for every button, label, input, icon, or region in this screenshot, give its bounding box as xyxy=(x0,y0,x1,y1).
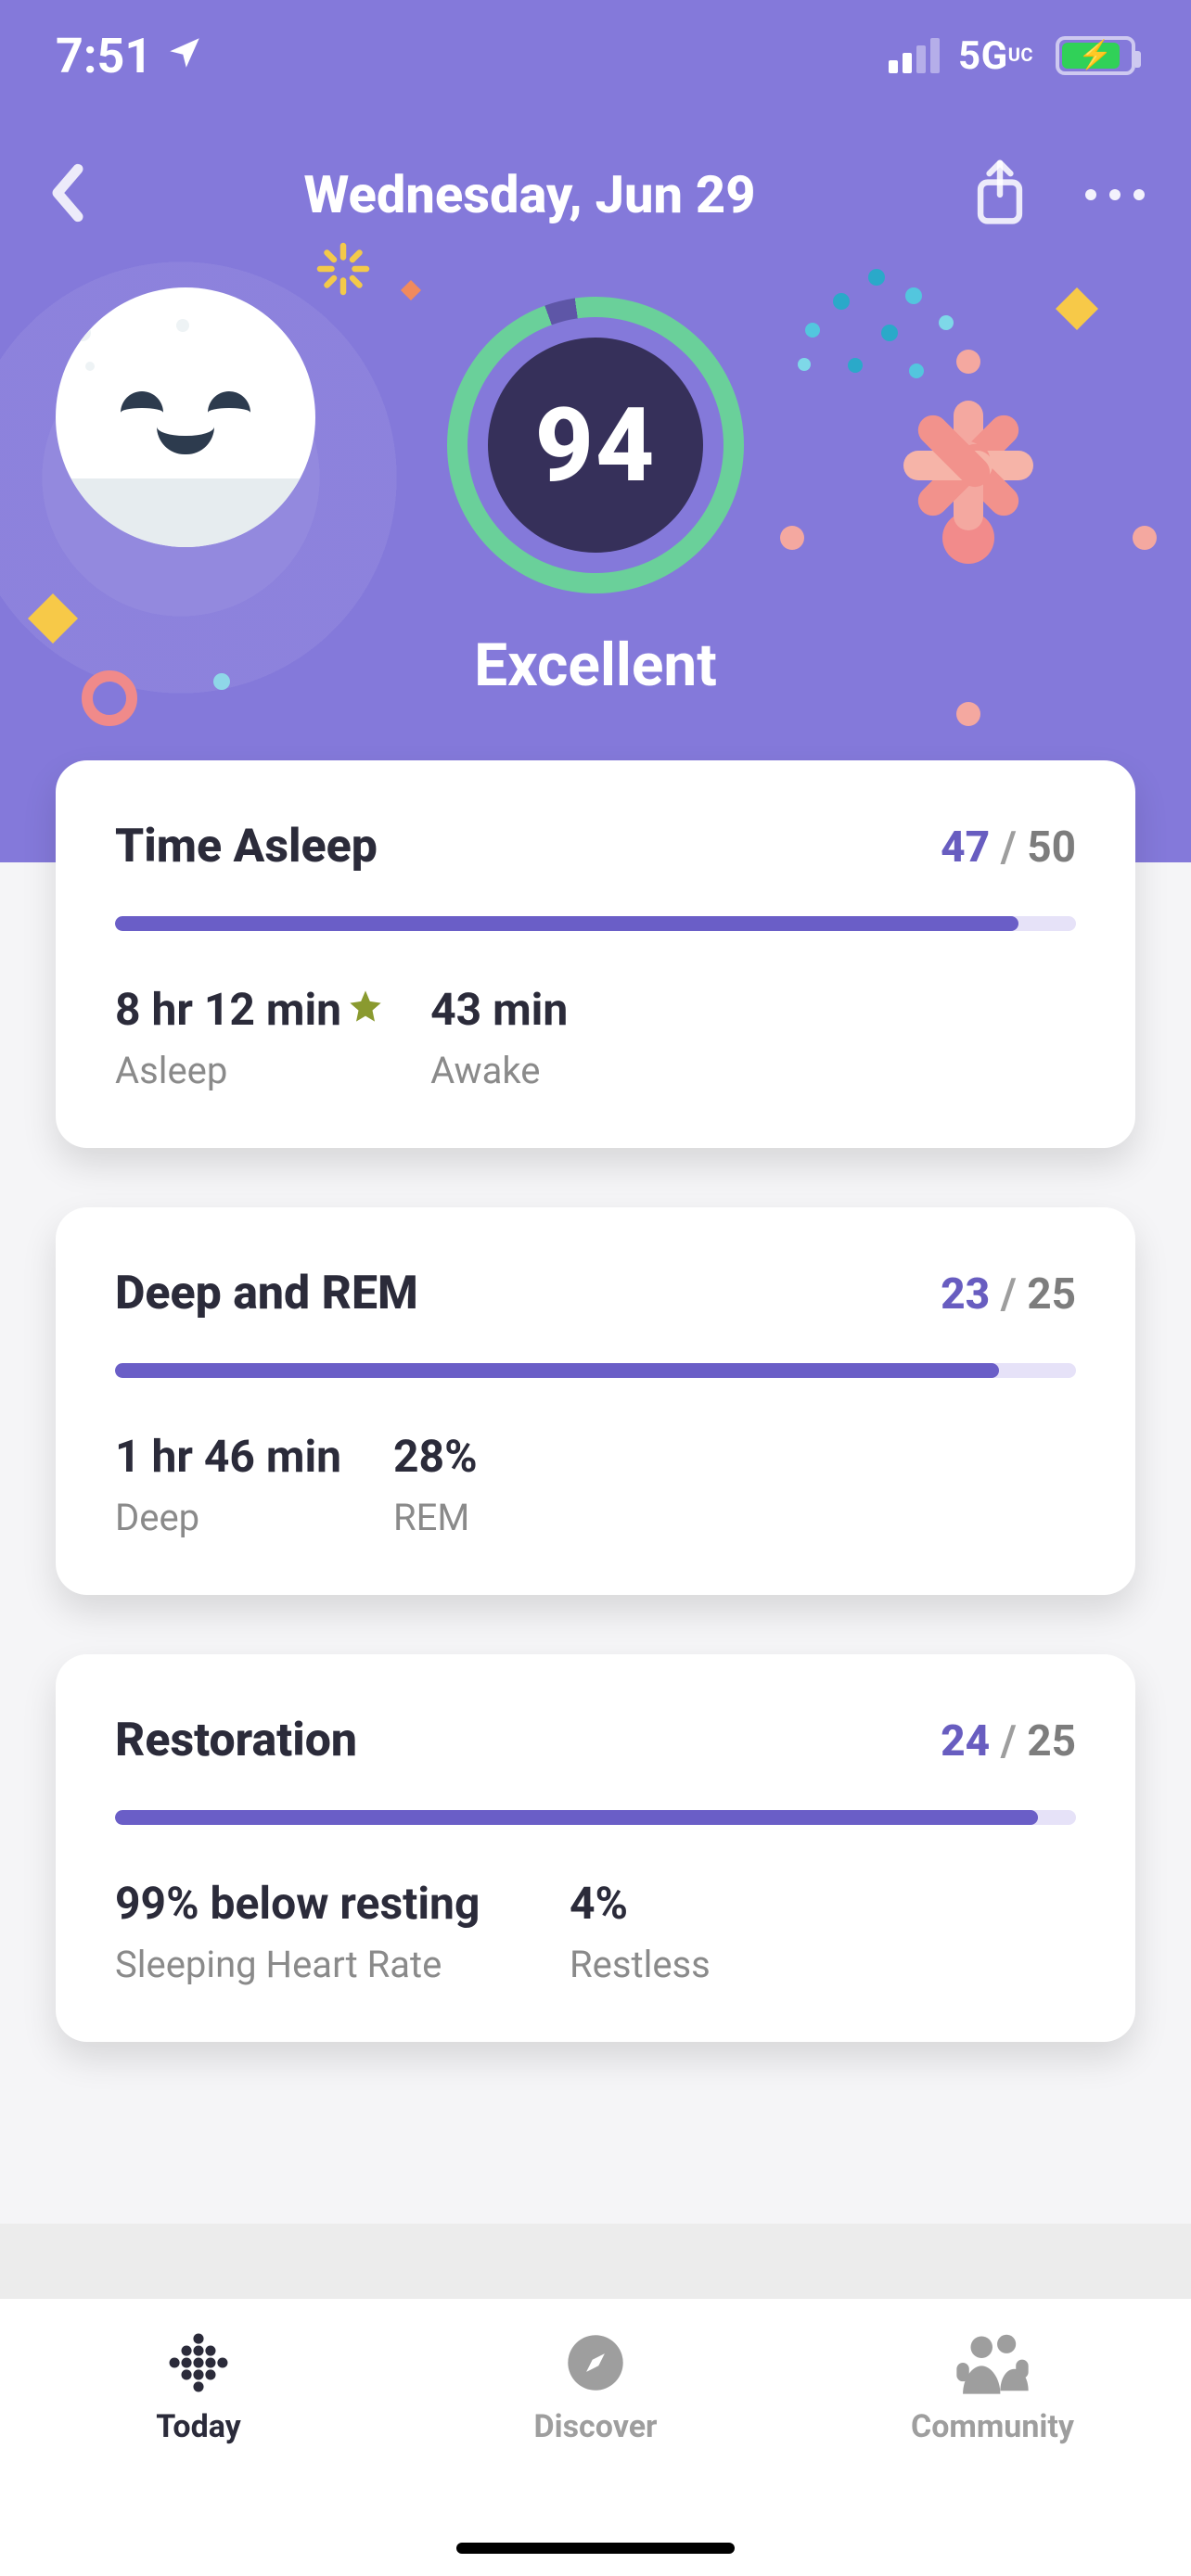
hero-section: 7:51 5GUC ⚡ Wednesday, Jun 29 xyxy=(0,0,1191,862)
battery-icon: ⚡ xyxy=(1056,36,1135,75)
progress-bar xyxy=(115,1810,1076,1825)
progress-bar xyxy=(115,1363,1076,1378)
stat-asleep: 8 hr 12 min Asleep xyxy=(115,983,384,1092)
home-indicator[interactable] xyxy=(456,2543,735,2554)
card-time-asleep[interactable]: Time Asleep 47 / 50 8 hr 12 min Asleep 4… xyxy=(56,760,1135,1148)
star-icon xyxy=(347,983,384,1036)
back-button[interactable] xyxy=(46,162,89,227)
status-time: 7:51 xyxy=(56,28,152,84)
community-icon xyxy=(954,2330,1031,2395)
today-icon xyxy=(164,2330,233,2395)
diamond-icon xyxy=(1056,287,1098,330)
stat-heart-rate: 99% below resting Sleeping Heart Rate xyxy=(115,1877,523,1986)
tab-bar: Today Discover Community xyxy=(0,2298,1191,2576)
moon-face-icon xyxy=(56,287,315,547)
stat-rem: 28% REM xyxy=(393,1430,625,1539)
sleep-score-value: 94 xyxy=(535,386,657,505)
diamond-icon xyxy=(399,278,423,302)
diamond-icon xyxy=(28,593,78,644)
tab-community[interactable]: Community xyxy=(794,2299,1191,2576)
ring-icon xyxy=(79,668,140,729)
card-title: Time Asleep xyxy=(115,820,378,874)
card-restoration[interactable]: Restoration 24 / 25 99% below resting Sl… xyxy=(56,1654,1135,2042)
tab-discover[interactable]: Discover xyxy=(397,2299,794,2576)
sleep-score-label: Excellent xyxy=(474,631,717,700)
card-score: 47 / 50 xyxy=(941,823,1076,873)
card-deep-rem[interactable]: Deep and REM 23 / 25 1 hr 46 min Deep 28… xyxy=(56,1207,1135,1595)
cards-container: Time Asleep 47 / 50 8 hr 12 min Asleep 4… xyxy=(0,760,1191,2101)
firework-icon xyxy=(774,343,1163,733)
compass-icon xyxy=(565,2330,626,2395)
stat-awake: 43 min Awake xyxy=(430,983,662,1092)
dot-icon xyxy=(213,673,230,690)
sleep-score-ring[interactable]: 94 xyxy=(447,297,744,593)
card-title: Restoration xyxy=(115,1714,357,1767)
page-title: Wednesday, Jun 29 xyxy=(303,164,755,225)
progress-bar xyxy=(115,916,1076,931)
stat-restless: 4% Restless xyxy=(570,1877,801,1986)
sparkle-icon xyxy=(315,241,371,297)
location-icon xyxy=(165,28,204,84)
card-score: 23 / 25 xyxy=(941,1269,1076,1320)
tab-label: Discover xyxy=(533,2408,657,2445)
card-title: Deep and REM xyxy=(115,1267,418,1320)
tab-today[interactable]: Today xyxy=(0,2299,397,2576)
card-score: 24 / 25 xyxy=(941,1716,1076,1766)
stat-deep: 1 hr 46 min Deep xyxy=(115,1430,347,1539)
network-label: 5GUC xyxy=(958,33,1033,79)
nav-bar: Wednesday, Jun 29 xyxy=(0,139,1191,250)
more-button[interactable] xyxy=(1085,189,1145,200)
signal-icon xyxy=(889,38,940,73)
tab-label: Community xyxy=(911,2408,1074,2445)
status-bar: 7:51 5GUC ⚡ xyxy=(0,0,1191,111)
divider-strip xyxy=(0,2224,1191,2298)
share-button[interactable] xyxy=(970,158,1030,232)
tab-label: Today xyxy=(156,2408,241,2445)
